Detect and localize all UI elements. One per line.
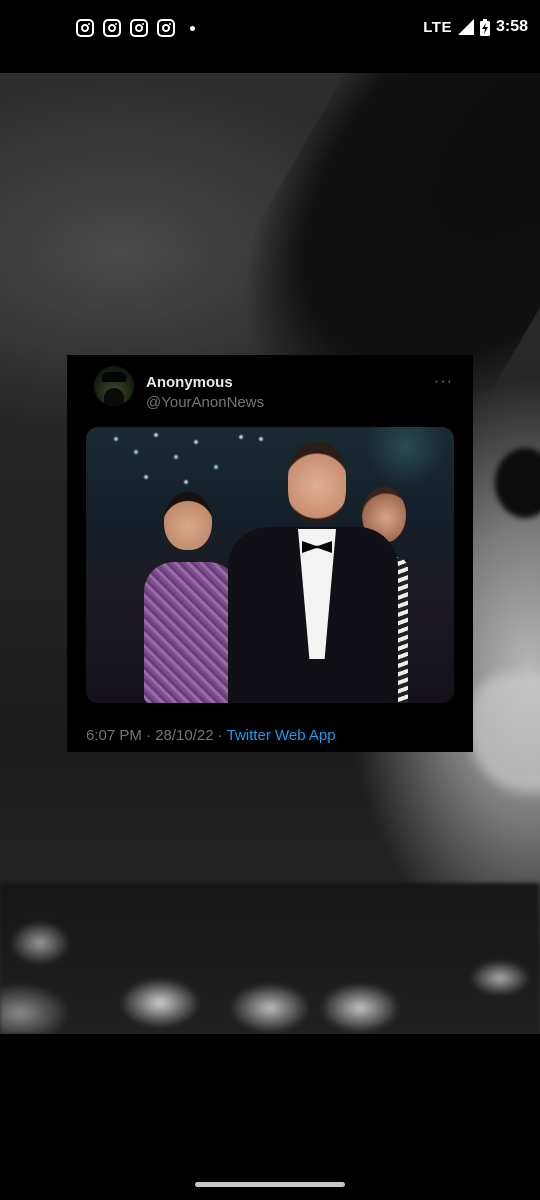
- notification-icons: [76, 19, 195, 37]
- background-mask-eye: [495, 448, 540, 518]
- instagram-icon: [130, 19, 148, 37]
- photo-person-left-dress: [144, 562, 238, 703]
- more-options-icon[interactable]: ···: [434, 373, 453, 391]
- tweet-card[interactable]: Anonymous @YourAnonNews ··· 6:07 PM · 28…: [67, 355, 473, 752]
- status-bar: LTE 3:58: [0, 0, 540, 60]
- avatar-body: [104, 388, 124, 406]
- photo-person-left-head: [164, 492, 212, 550]
- avatar[interactable]: [94, 366, 134, 406]
- photo-person-center: [228, 437, 398, 703]
- photo-person-center-head: [288, 442, 346, 522]
- display-name[interactable]: Anonymous: [146, 374, 233, 391]
- tweet-time-date: 6:07 PM · 28/10/22 ·: [86, 727, 227, 744]
- tweet-photo[interactable]: [86, 427, 454, 703]
- network-type: LTE: [423, 18, 452, 36]
- instagram-icon: [76, 19, 94, 37]
- signal-icon: [457, 19, 474, 35]
- background-hat-shape: [154, 73, 540, 403]
- instagram-icon: [157, 19, 175, 37]
- avatar-hat: [102, 372, 126, 382]
- more-notifications-dot-icon: [190, 25, 195, 31]
- instagram-icon: [103, 19, 121, 37]
- background-keyboard-blur: [0, 883, 540, 1034]
- system-status: LTE 3:58: [423, 18, 528, 36]
- tweet-timestamp: 6:07 PM · 28/10/22 · Twitter Web App: [86, 727, 336, 744]
- clock: 3:58: [495, 18, 528, 35]
- tweet-source-link[interactable]: Twitter Web App: [227, 727, 336, 744]
- background-mask-mouth: [470, 673, 540, 793]
- user-handle[interactable]: @YourAnonNews: [146, 394, 264, 411]
- battery-charging-icon: [479, 18, 490, 36]
